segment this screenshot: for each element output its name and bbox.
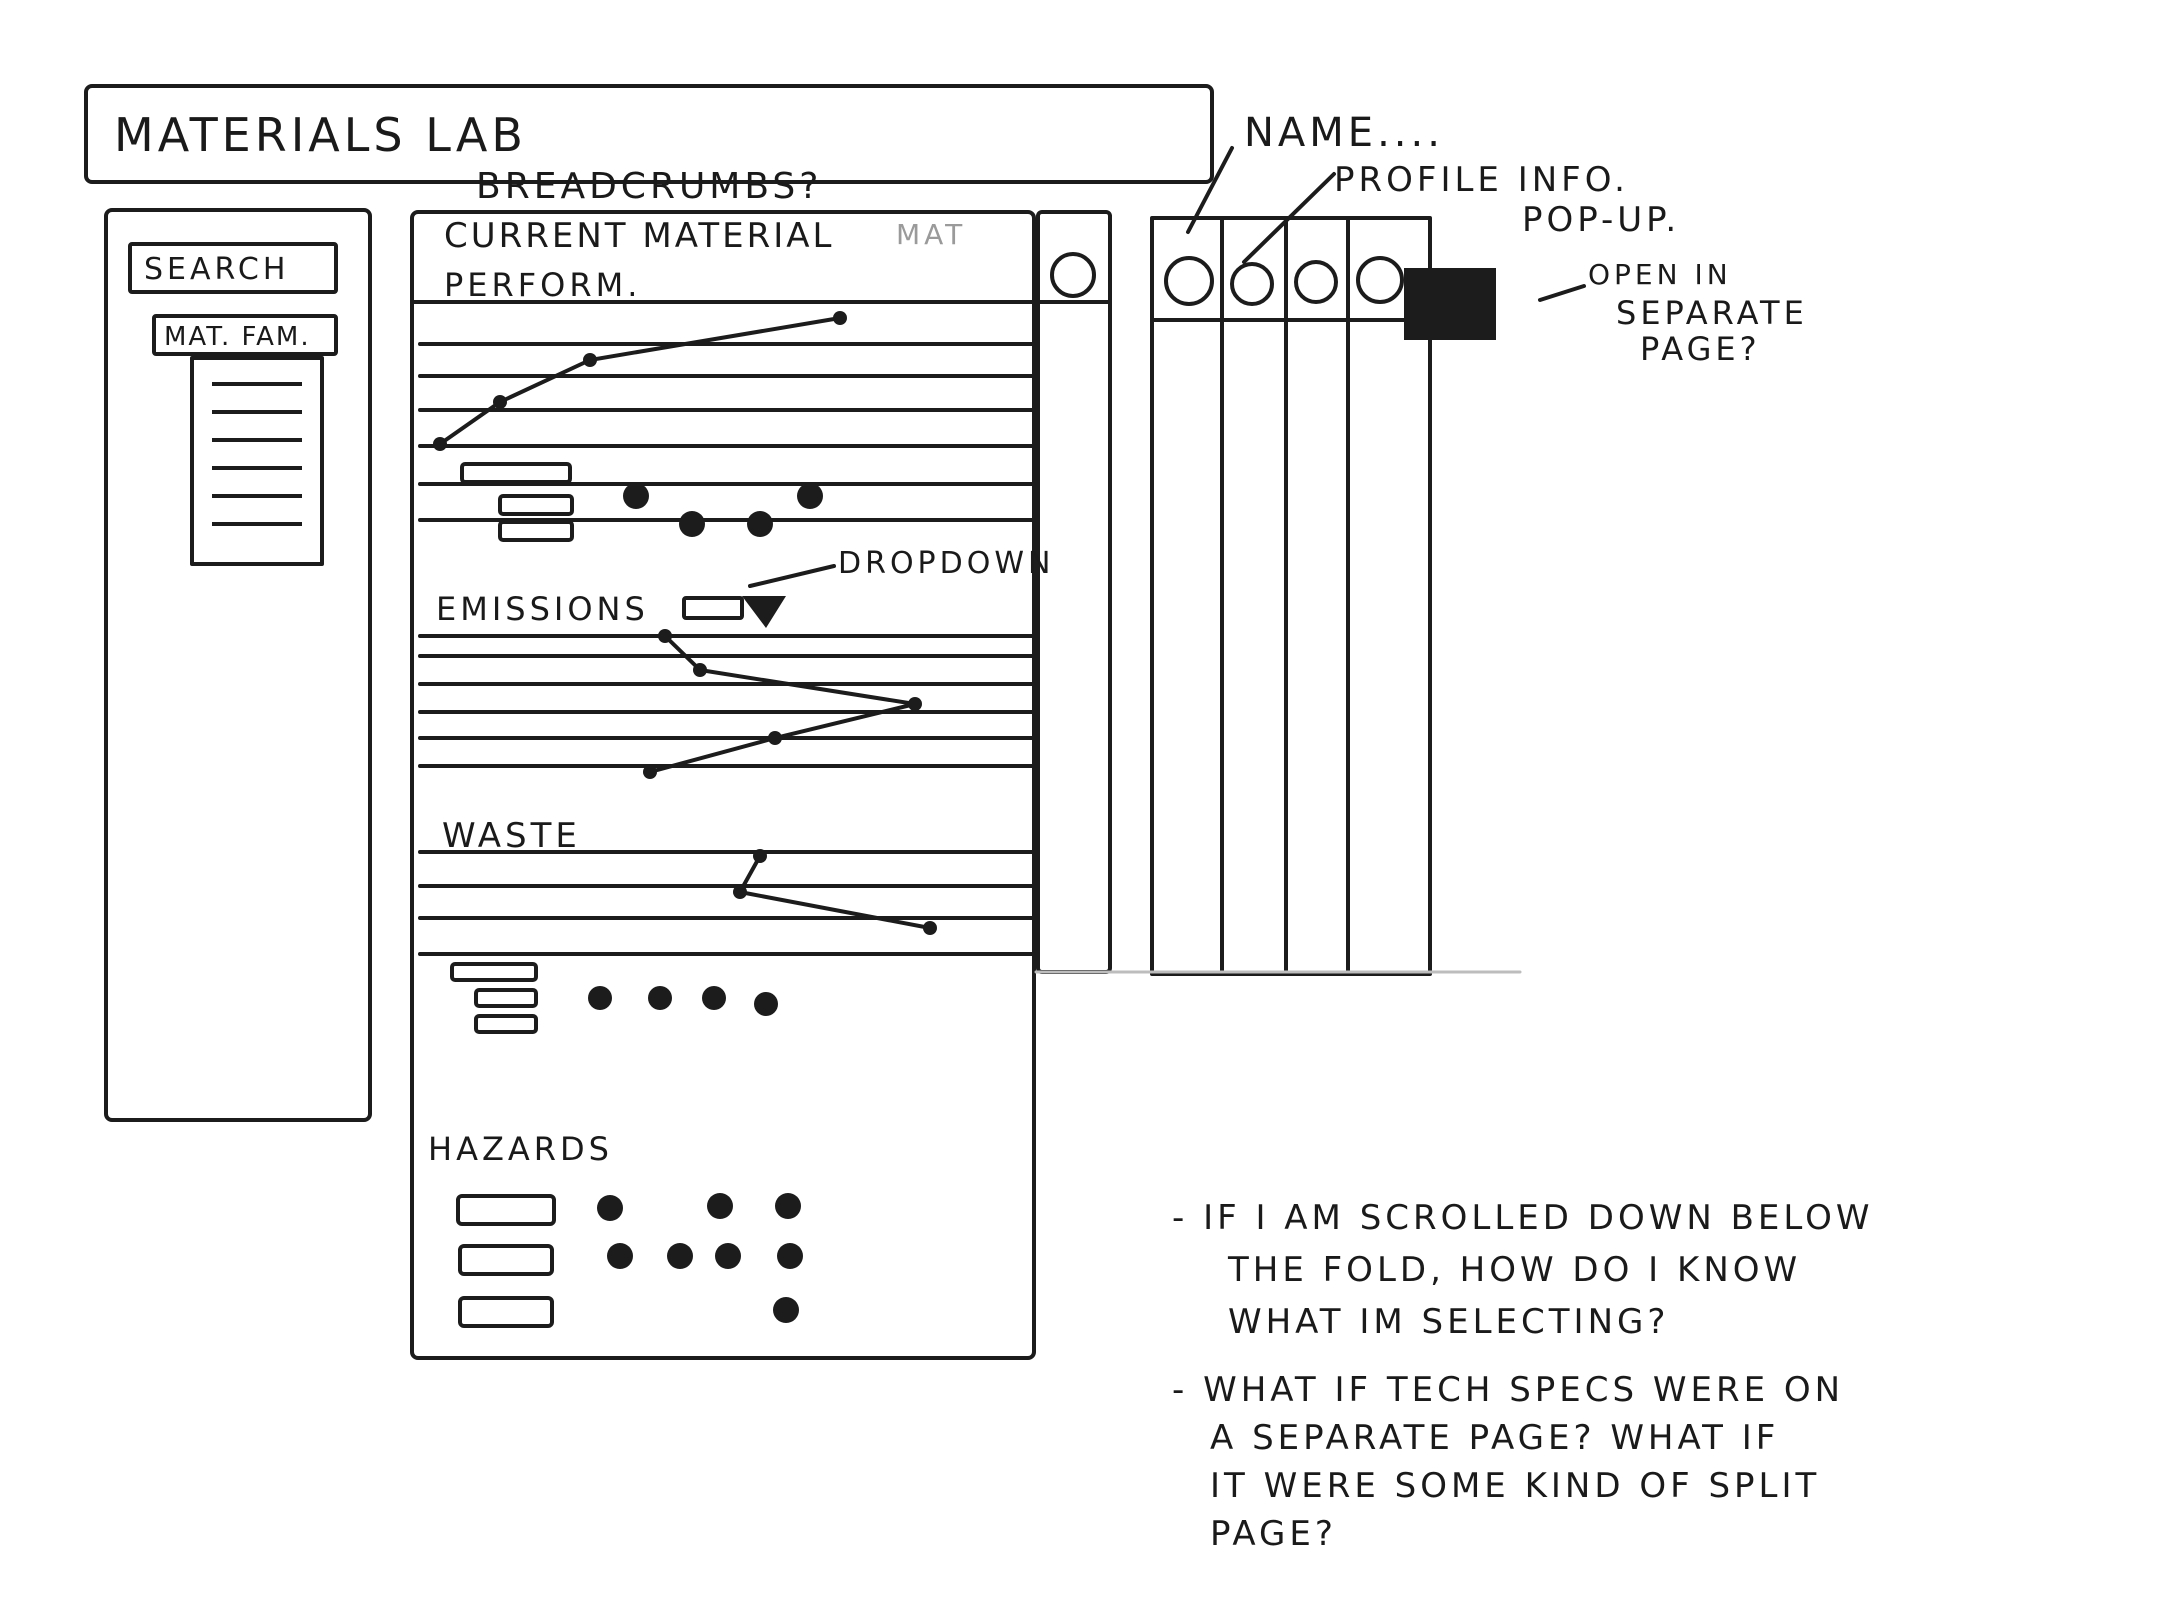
profile-avatar[interactable]: [1356, 256, 1404, 304]
profile-info-note-line1: PROFILE INFO.: [1334, 160, 1629, 200]
family-list-item[interactable]: [212, 410, 302, 414]
main-panel: [410, 210, 1036, 1360]
family-list-item[interactable]: [212, 382, 302, 386]
family-list-item[interactable]: [212, 438, 302, 442]
note-2-line-4: PAGE?: [1210, 1514, 1337, 1554]
note-2-line-3: IT WERE SOME KIND OF SPLIT: [1210, 1466, 1821, 1506]
emissions-title: EMISSIONS: [436, 590, 649, 628]
main-panel-scroll-track[interactable]: [1036, 210, 1112, 974]
note-2-line-1: - WHAT IF TECH SPECS WERE ON: [1172, 1370, 1845, 1410]
note-2-line-2: A SEPARATE PAGE? WHAT IF: [1210, 1418, 1780, 1458]
breadcrumbs-note: BREADCRUMBS?: [476, 166, 823, 207]
family-list-item[interactable]: [212, 522, 302, 526]
open-page-note-line1: OPEN IN: [1588, 258, 1732, 291]
material-family-list: [190, 356, 324, 566]
note-1-line-3: WHAT IM SELECTING?: [1228, 1302, 1670, 1342]
profile-avatar[interactable]: [1164, 256, 1214, 306]
sidebar: SEARCH MAT. FAM.: [104, 208, 372, 1122]
waste-title: WASTE: [442, 816, 581, 856]
note-1-line-2: THE FOLD, HOW DO I KNOW: [1228, 1250, 1802, 1290]
app-title: MATERIALS LAB: [114, 108, 527, 162]
profile-avatar[interactable]: [1230, 262, 1274, 306]
search-button-label: SEARCH: [144, 252, 290, 287]
profile-avatar[interactable]: [1294, 260, 1338, 304]
dropdown-note: DROPDOWN: [838, 546, 1055, 581]
material-family-dropdown[interactable]: MAT. FAM.: [152, 314, 338, 356]
note-1-line-1: - IF I AM SCROLLED DOWN BELOW: [1172, 1198, 1874, 1238]
open-note-arrow: [1538, 284, 1586, 302]
hazards-title: HAZARDS: [428, 1130, 613, 1168]
material-family-label: MAT. FAM.: [164, 322, 311, 352]
name-note: NAME....: [1244, 110, 1444, 156]
scroll-to-top-button[interactable]: [1050, 252, 1096, 298]
comparison-column-divider: [1346, 216, 1350, 976]
breadcrumb-ghost-label: MAT: [896, 218, 967, 251]
open-page-note-line2: SEPARATE: [1616, 294, 1808, 332]
performance-title: PERFORM.: [444, 266, 642, 304]
comparison-column-divider: [1284, 216, 1288, 976]
search-button[interactable]: SEARCH: [128, 242, 338, 294]
family-list-item[interactable]: [212, 466, 302, 470]
comparison-column-divider: [1220, 216, 1224, 976]
profile-info-note-line2: POP-UP.: [1522, 200, 1681, 240]
open-page-note-line3: PAGE?: [1640, 330, 1761, 368]
breadcrumb-current-material[interactable]: CURRENT MATERIAL: [444, 216, 834, 256]
comparison-header-divider: [1150, 318, 1432, 322]
comparison-panel: [1150, 216, 1432, 976]
family-list-item[interactable]: [212, 494, 302, 498]
